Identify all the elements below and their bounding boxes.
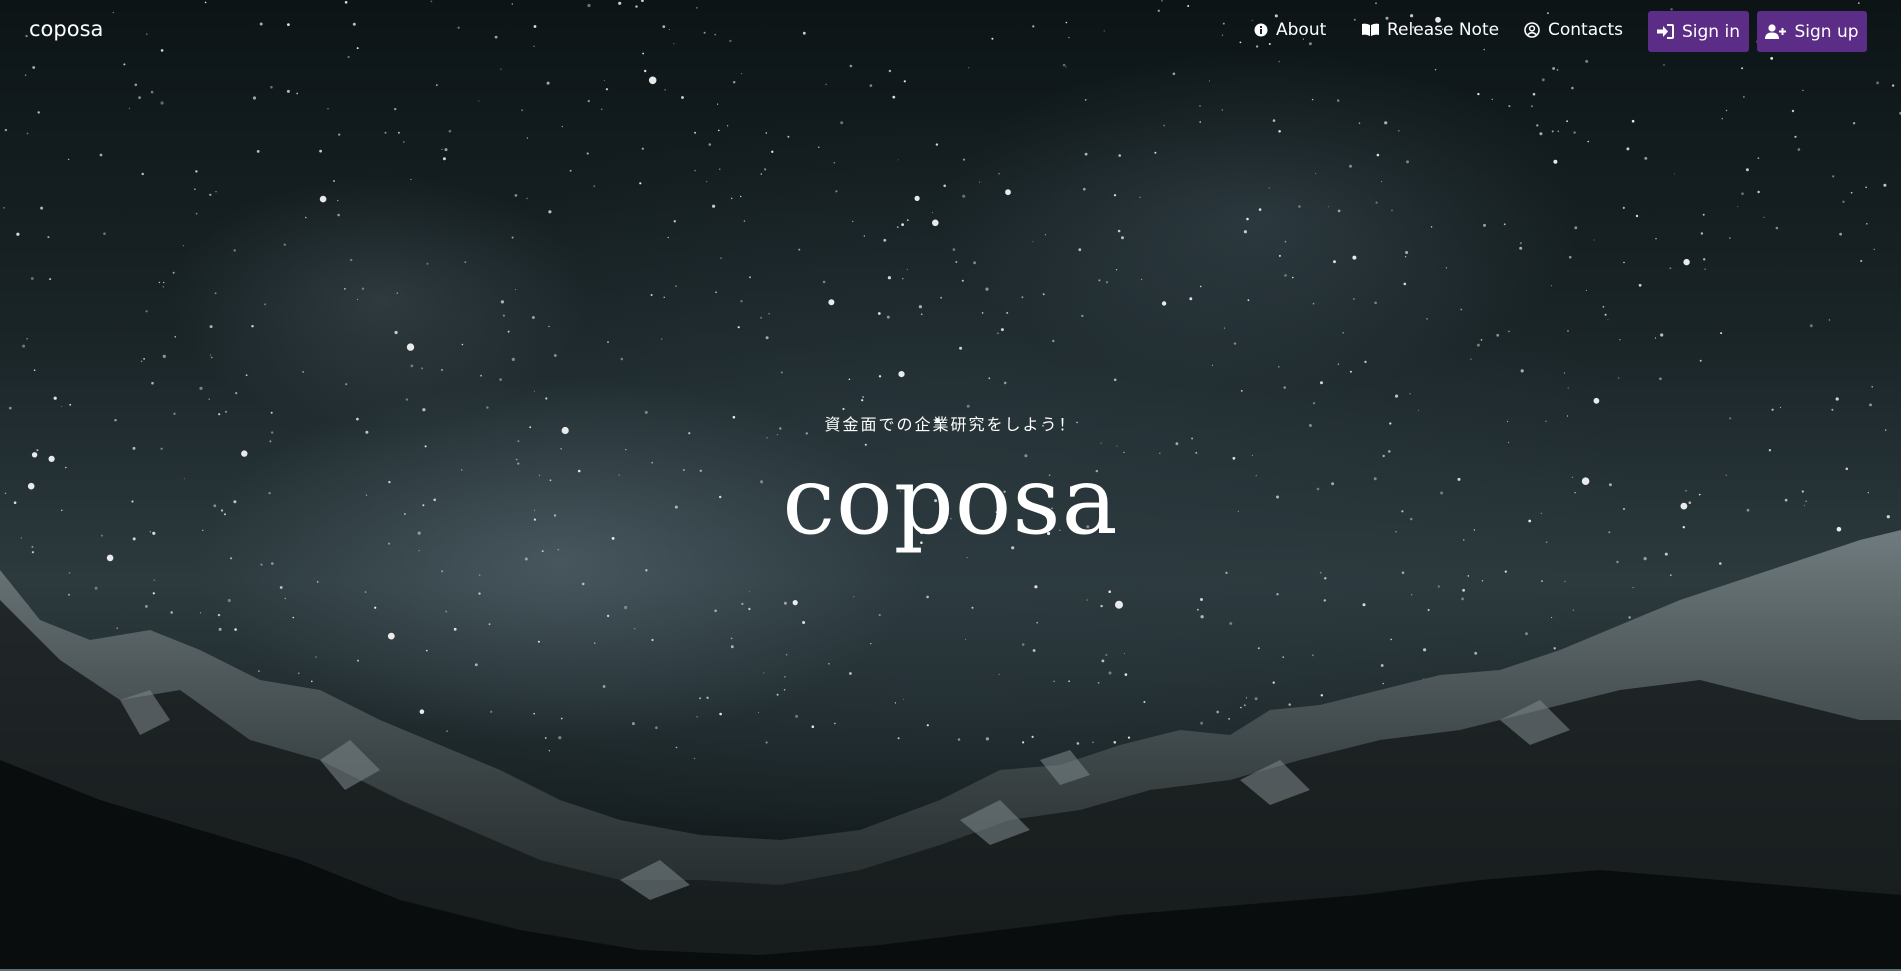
nav-link-label: Release Note: [1387, 20, 1500, 40]
hero-tagline: 資金面での企業研究をしよう！: [824, 415, 1077, 434]
sign-in-button[interactable]: Sign in: [1648, 11, 1749, 52]
brand-logo[interactable]: coposa: [29, 17, 103, 41]
sign-up-label: Sign up: [1794, 21, 1859, 42]
sign-in-label: Sign in: [1682, 21, 1740, 42]
info-circle-icon: [1254, 23, 1268, 37]
nav-link-about[interactable]: About: [1254, 20, 1326, 40]
nav-link-label: About: [1276, 20, 1327, 40]
navbar: coposa About Release Note Contacts Sign …: [0, 0, 1901, 64]
sign-in-icon: [1657, 24, 1674, 39]
book-open-icon: [1362, 23, 1379, 36]
sign-up-button[interactable]: Sign up: [1757, 11, 1867, 52]
user-circle-icon: [1524, 22, 1540, 38]
hero-title: coposa: [782, 447, 1119, 556]
nav-link-label: Contacts: [1548, 20, 1623, 40]
user-plus-icon: [1765, 24, 1787, 39]
nav-link-contacts[interactable]: Contacts: [1524, 20, 1623, 40]
nav-link-release-note[interactable]: Release Note: [1362, 20, 1499, 40]
